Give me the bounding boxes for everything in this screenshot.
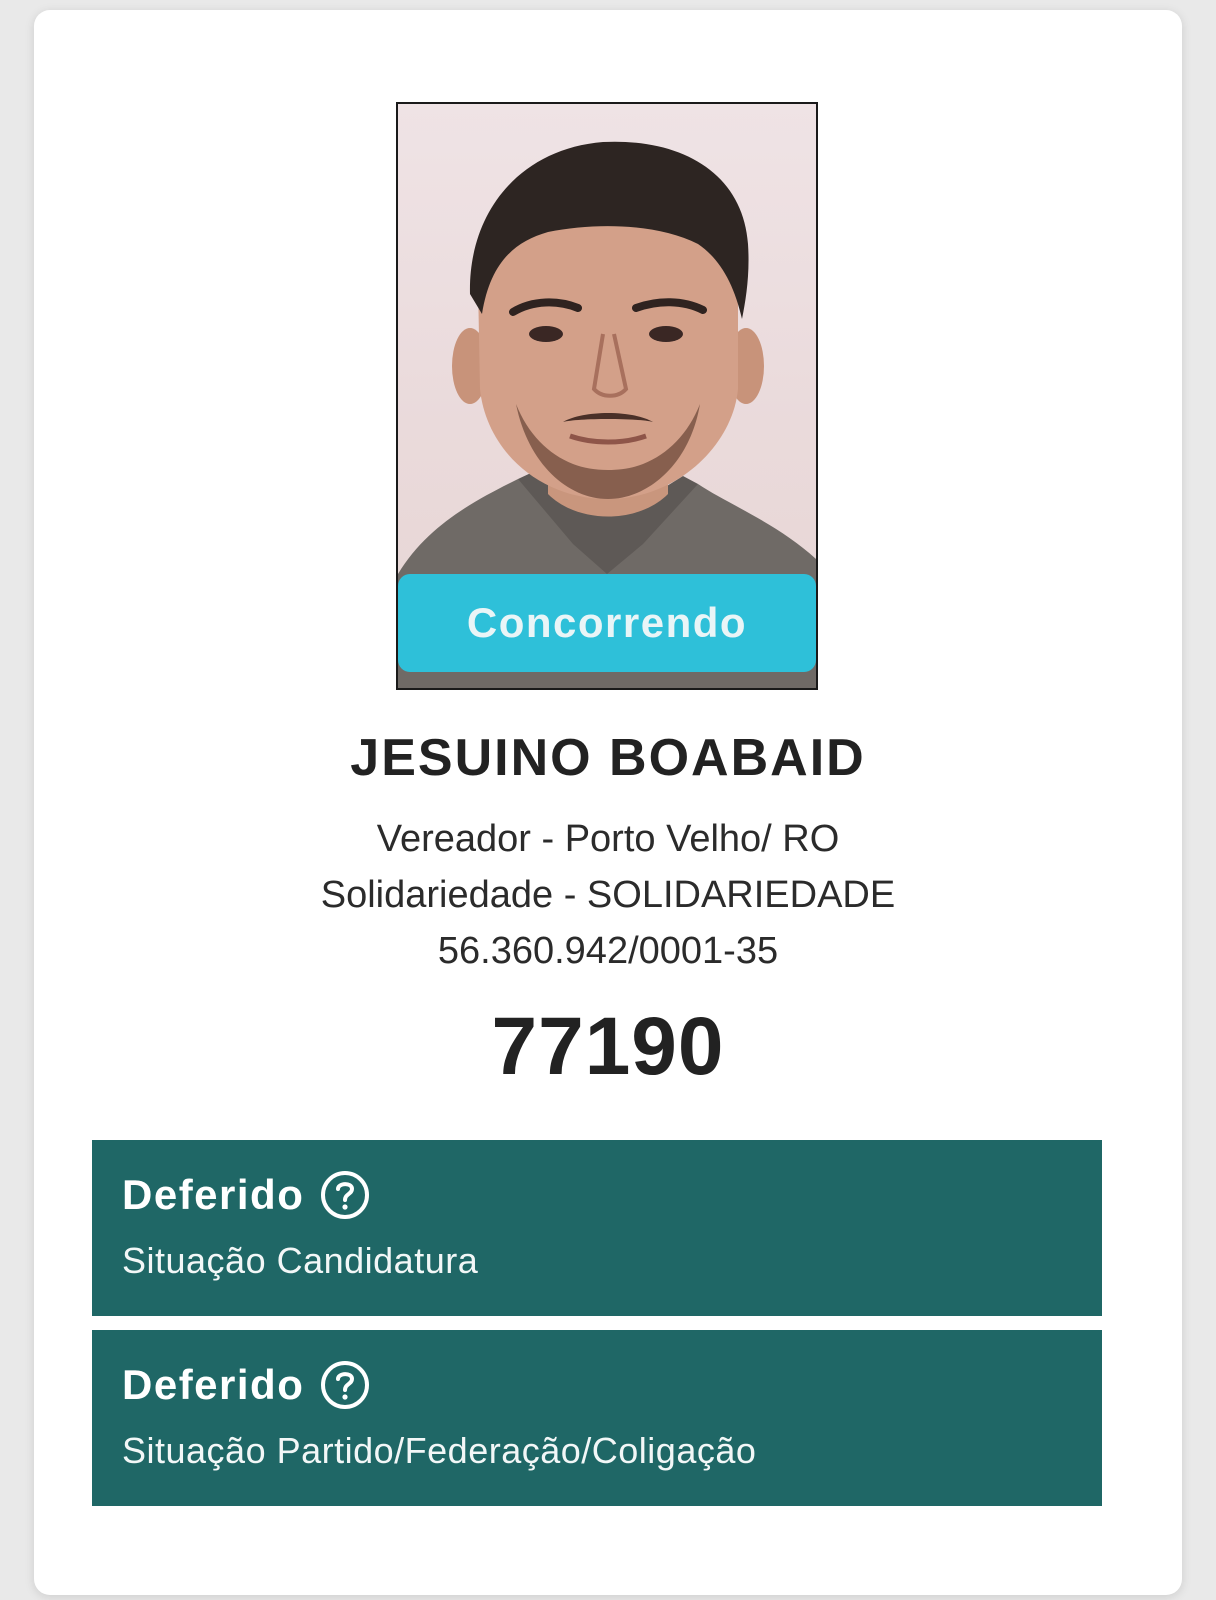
- candidate-card: Concorrendo JESUINO BOABAID Vereador - P…: [34, 10, 1182, 1595]
- candidate-name: JESUINO BOABAID: [350, 729, 866, 787]
- candidate-number: 77190: [491, 1001, 725, 1092]
- office-line: Vereador - Porto Velho/ RO: [376, 818, 840, 860]
- party-status-box: Deferido Situação Partido/Federação/Coli…: [92, 1330, 1102, 1506]
- party-status-row: Deferido: [122, 1360, 370, 1410]
- party-status-value: Deferido: [122, 1361, 305, 1408]
- candidate-photo: Concorrendo: [396, 102, 818, 690]
- candidacy-status-label: Situação Candidatura: [122, 1240, 479, 1281]
- candidacy-status-box: Deferido Situação Candidatura: [92, 1140, 1102, 1316]
- party-status-label: Situação Partido/Federação/Coligação: [122, 1430, 757, 1471]
- party-line: Solidariedade - SOLIDARIEDADE: [320, 874, 896, 916]
- help-circle-icon[interactable]: [320, 1170, 370, 1220]
- status-ribbon: Concorrendo: [398, 574, 816, 672]
- candidacy-status-value: Deferido: [122, 1171, 305, 1218]
- cnpj-line: 56.360.942/0001-35: [437, 930, 779, 972]
- candidacy-status-row: Deferido: [122, 1170, 370, 1220]
- help-circle-icon[interactable]: [320, 1360, 370, 1410]
